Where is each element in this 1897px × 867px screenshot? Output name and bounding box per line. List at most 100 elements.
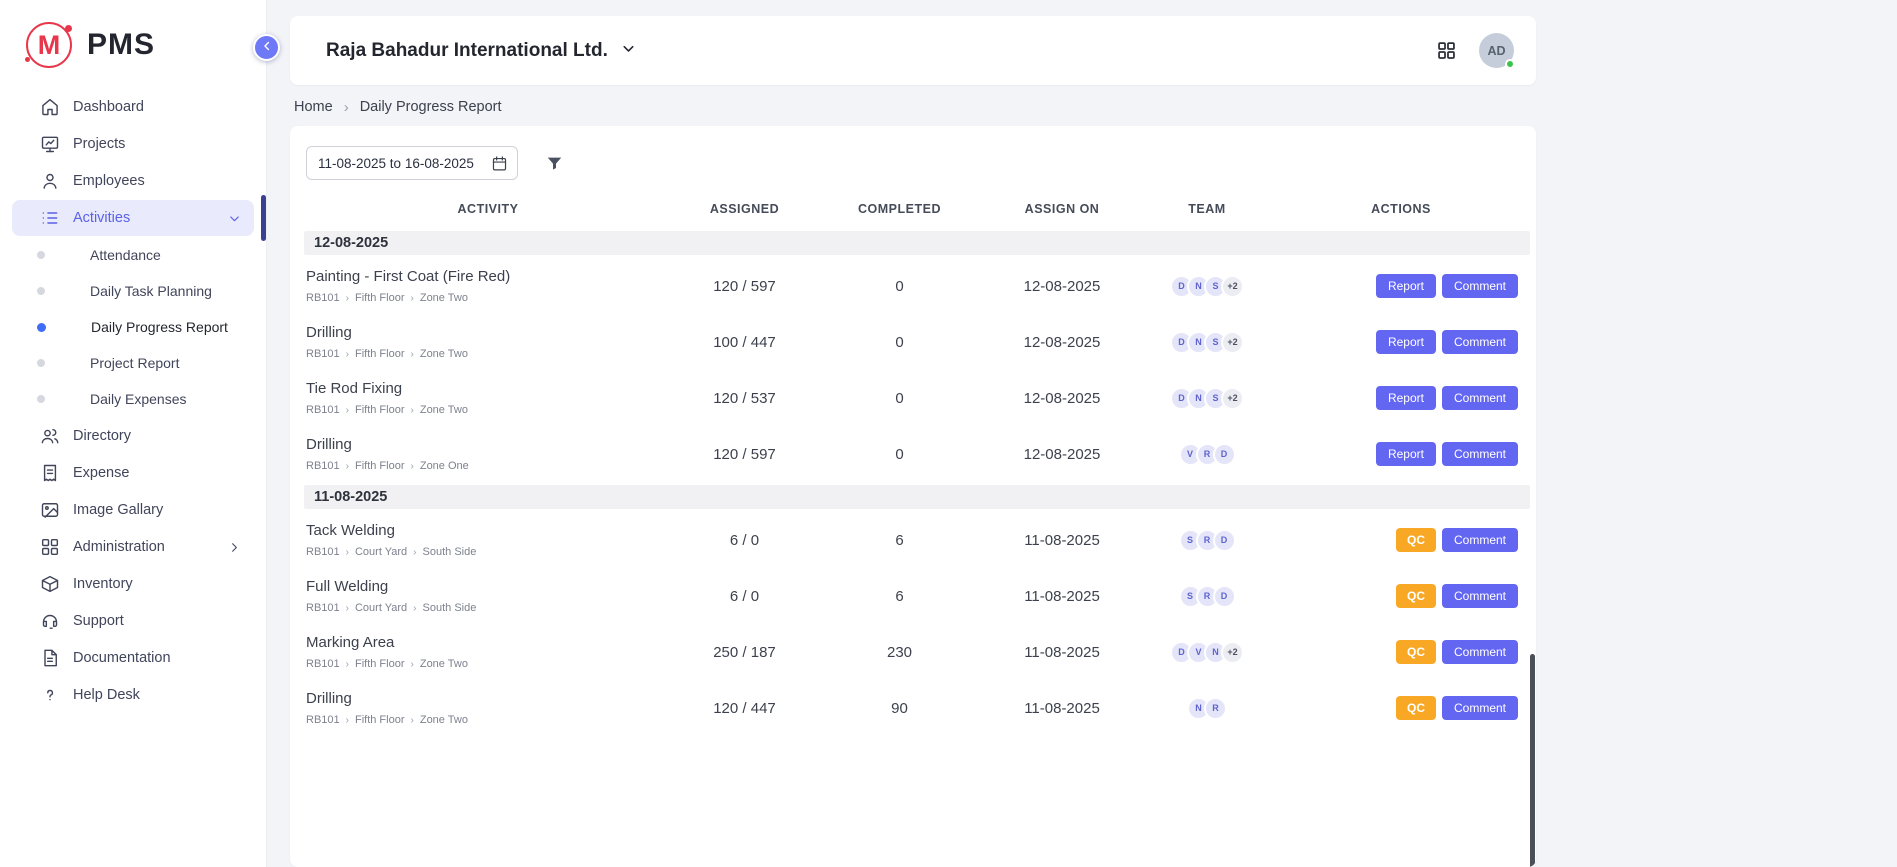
sidebar: M PMS Dashboard Projects Employees Activ…	[0, 0, 267, 867]
sidebar-item-directory[interactable]: Directory	[12, 418, 254, 454]
sidebar-item-administration[interactable]: Administration	[12, 529, 254, 565]
sidebar-item-inventory[interactable]: Inventory	[12, 566, 254, 602]
chevron-right-icon: ›	[411, 659, 414, 670]
location-path-part: Fifth Floor	[355, 658, 405, 670]
report-card: ACTIVITYASSIGNEDCOMPLETEDASSIGN ONTEAMAC…	[290, 126, 1536, 867]
sidebar-subitem-daily-task-planning[interactable]: Daily Task Planning	[0, 273, 266, 309]
sidebar-item-expense[interactable]: Expense	[12, 455, 254, 491]
activity-name: Tie Rod Fixing	[306, 380, 672, 397]
sidebar-item-employees[interactable]: Employees	[12, 163, 254, 199]
sidebar-subitem-project-report[interactable]: Project Report	[0, 345, 266, 381]
company-selector[interactable]: Raja Bahadur International Ltd.	[314, 40, 637, 62]
activity-name: Drilling	[306, 324, 672, 341]
comment-button[interactable]: Comment	[1442, 330, 1518, 354]
activity-path: RB101›Fifth Floor›Zone Two	[306, 658, 672, 670]
date-range-input[interactable]	[306, 146, 518, 180]
team-extra-badge[interactable]: +2	[1221, 641, 1244, 664]
company-name: Raja Bahadur International Ltd.	[326, 40, 608, 62]
team-member-avatar[interactable]: D	[1213, 529, 1236, 552]
sidebar-item-support[interactable]: Support	[12, 603, 254, 639]
chevron-right-icon: ›	[346, 715, 349, 726]
main-area: Raja Bahadur International Ltd. AD Home …	[267, 0, 1897, 867]
team-member-avatar[interactable]: R	[1204, 697, 1227, 720]
chevron-down-icon	[620, 40, 637, 62]
location-path-part: Fifth Floor	[355, 460, 405, 472]
sidebar-subitem-attendance[interactable]: Attendance	[0, 237, 266, 273]
chevron-right-icon: ›	[346, 461, 349, 472]
sidebar-item-help-desk[interactable]: Help Desk	[12, 677, 254, 713]
comment-button[interactable]: Comment	[1442, 584, 1518, 608]
sidebar-item-projects[interactable]: Projects	[12, 126, 254, 162]
qc-button[interactable]: QC	[1396, 696, 1436, 720]
bullet-icon	[37, 359, 45, 367]
team-extra-badge[interactable]: +2	[1221, 387, 1244, 410]
bullet-icon	[37, 395, 45, 403]
location-path-part: Court Yard	[355, 546, 407, 558]
comment-button[interactable]: Comment	[1442, 442, 1518, 466]
qc-button[interactable]: QC	[1396, 640, 1436, 664]
column-header-activity: ACTIVITY	[304, 202, 672, 216]
chevron-down-icon	[227, 211, 242, 226]
row-actions: QCComment	[1272, 696, 1530, 720]
report-button[interactable]: Report	[1376, 386, 1436, 410]
report-button[interactable]: Report	[1376, 442, 1436, 466]
group-date: 12-08-2025	[314, 235, 388, 251]
comment-button[interactable]: Comment	[1442, 274, 1518, 298]
team-avatars: VRD	[1142, 443, 1272, 466]
sidebar-item-dashboard[interactable]: Dashboard	[12, 89, 254, 125]
comment-button[interactable]: Comment	[1442, 640, 1518, 664]
qc-button[interactable]: QC	[1396, 584, 1436, 608]
location-path-part: Zone Two	[420, 404, 468, 416]
chevron-right-icon: ›	[411, 461, 414, 472]
table-body: 12-08-2025 Painting - First Coat (Fire R…	[304, 231, 1530, 736]
user-avatar[interactable]: AD	[1479, 33, 1514, 68]
comment-button[interactable]: Comment	[1442, 528, 1518, 552]
sidebar-item-image-gallary[interactable]: Image Gallary	[12, 492, 254, 528]
calendar-icon	[491, 155, 508, 172]
location-path-part: South Side	[423, 546, 477, 558]
location-path-part: Court Yard	[355, 602, 407, 614]
sidebar-subitem-daily-progress-report[interactable]: Daily Progress Report	[0, 309, 266, 345]
team-member-avatar[interactable]: D	[1213, 443, 1236, 466]
table-scrollbar[interactable]	[1530, 654, 1535, 867]
qc-button[interactable]: QC	[1396, 528, 1436, 552]
completed-value: 6	[817, 588, 982, 605]
location-path-part: RB101	[306, 602, 340, 614]
sidebar-collapse-button[interactable]	[253, 34, 280, 61]
activity-path: RB101›Fifth Floor›Zone Two	[306, 292, 672, 304]
helpdesk-icon	[40, 685, 60, 705]
sidebar-subitem-daily-expenses[interactable]: Daily Expenses	[0, 381, 266, 417]
breadcrumb-home[interactable]: Home	[294, 99, 333, 115]
bullet-icon	[37, 323, 46, 332]
team-member-avatar[interactable]: D	[1213, 585, 1236, 608]
column-header-actions: ACTIONS	[1272, 202, 1530, 216]
chevron-right-icon: ›	[346, 405, 349, 416]
report-button[interactable]: Report	[1376, 330, 1436, 354]
activity-name: Full Welding	[306, 578, 672, 595]
comment-button[interactable]: Comment	[1442, 386, 1518, 410]
location-path-part: Zone Two	[420, 714, 468, 726]
chevron-right-icon: ›	[413, 547, 416, 558]
team-avatars: DVN+2	[1142, 641, 1272, 664]
assigned-value: 120 / 597	[672, 446, 817, 463]
row-actions: QCComment	[1272, 528, 1530, 552]
chevron-right-icon: ›	[411, 293, 414, 304]
expense-icon	[40, 463, 60, 483]
column-header-assign-on: ASSIGN ON	[982, 202, 1142, 216]
administration-icon	[40, 537, 60, 557]
app-logo: M PMS	[0, 0, 266, 86]
date-group-header: 12-08-2025	[304, 231, 1530, 255]
sidebar-item-documentation[interactable]: Documentation	[12, 640, 254, 676]
sidebar-item-activities[interactable]: Activities	[12, 200, 254, 236]
completed-value: 0	[817, 446, 982, 463]
team-extra-badge[interactable]: +2	[1221, 275, 1244, 298]
group-date: 11-08-2025	[314, 489, 387, 505]
activity-path: RB101›Fifth Floor›Zone Two	[306, 404, 672, 416]
comment-button[interactable]: Comment	[1442, 696, 1518, 720]
filter-icon[interactable]	[545, 154, 564, 173]
row-actions: QCComment	[1272, 584, 1530, 608]
report-button[interactable]: Report	[1376, 274, 1436, 298]
apps-grid-icon[interactable]	[1436, 40, 1457, 61]
team-extra-badge[interactable]: +2	[1221, 331, 1244, 354]
date-range-value[interactable]	[318, 156, 486, 171]
